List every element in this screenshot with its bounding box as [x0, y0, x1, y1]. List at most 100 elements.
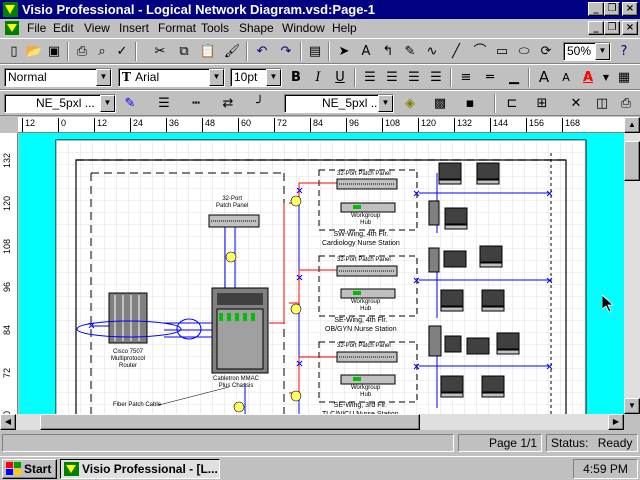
- align-bottom-icon[interactable]: ▁: [504, 68, 524, 87]
- line-tool-icon[interactable]: ╱: [446, 42, 466, 61]
- vertical-scrollbar[interactable]: ▲ ▼: [624, 117, 640, 414]
- ellipse-tool-icon[interactable]: ⬭: [514, 42, 534, 61]
- close-button[interactable]: ×: [622, 2, 638, 16]
- help-icon[interactable]: ?: [614, 42, 634, 61]
- align-middle-icon[interactable]: ═: [480, 68, 500, 87]
- print-preview-icon[interactable]: ⌕: [92, 42, 112, 61]
- fill-color-icon[interactable]: ◈: [400, 94, 420, 113]
- menu-shape[interactable]: Shape: [239, 21, 274, 35]
- ruler-h-tick: 12: [94, 118, 107, 132]
- drawing-canvas[interactable]: 32-Port Patch Panel 32-Port Patch Panel …: [19, 133, 624, 414]
- router-shape: [108, 292, 148, 344]
- line-style-select[interactable]: NE_5pxl ... ▼: [4, 94, 116, 113]
- menu-insert[interactable]: Insert: [119, 21, 149, 35]
- title-bar[interactable]: Visio Professional - Logical Network Dia…: [0, 0, 640, 19]
- justify-icon[interactable]: ☰: [426, 68, 446, 87]
- align-top-icon[interactable]: ≡: [456, 68, 476, 87]
- menu-format[interactable]: Format: [158, 21, 196, 35]
- scroll-down-arrow-icon[interactable]: ▼: [624, 398, 640, 414]
- chevron-down-icon[interactable]: ▼: [595, 43, 610, 60]
- corner-rounding-icon[interactable]: ╯: [250, 94, 270, 113]
- vertical-ruler[interactable]: 13212010896847260: [0, 133, 18, 414]
- align-shapes-icon[interactable]: ⊏: [502, 94, 522, 113]
- pencil-tool-icon[interactable]: ✎: [400, 42, 420, 61]
- print-icon[interactable]: ⎙: [72, 42, 92, 61]
- font-size-select[interactable]: 10pt ▼: [230, 68, 282, 87]
- maximize-button[interactable]: ❐: [604, 2, 620, 16]
- decrease-font-icon[interactable]: A: [556, 68, 576, 87]
- chevron-down-icon[interactable]: ▼: [596, 68, 616, 87]
- line-pattern-icon[interactable]: ┅: [186, 94, 206, 113]
- chevron-down-icon[interactable]: ▼: [378, 95, 393, 112]
- text-tool-icon[interactable]: A: [356, 42, 376, 61]
- menu-view[interactable]: View: [84, 21, 110, 35]
- stencil-icon[interactable]: ▤: [305, 42, 325, 61]
- chevron-down-icon[interactable]: ▼: [209, 69, 224, 86]
- start-button[interactable]: Start: [2, 459, 57, 479]
- open-folder-icon[interactable]: 📂: [24, 42, 44, 61]
- line-weight-icon[interactable]: ☰: [154, 94, 174, 113]
- chevron-down-icon[interactable]: ▼: [100, 95, 115, 112]
- line-color-icon[interactable]: ✎: [120, 94, 140, 113]
- fill-pattern-icon[interactable]: ▩: [430, 94, 450, 113]
- align-left-icon[interactable]: ☰: [360, 68, 380, 87]
- menu-file[interactable]: File: [27, 21, 46, 35]
- menu-edit[interactable]: Edit: [53, 21, 74, 35]
- horizontal-scrollbar[interactable]: ◀ ▶: [0, 414, 624, 430]
- fill-style-select[interactable]: NE_5pxl ... ▼: [284, 94, 394, 113]
- connector-tool-icon[interactable]: ↰: [378, 42, 398, 61]
- align-center-icon[interactable]: ☰: [382, 68, 402, 87]
- scroll-right-arrow-icon[interactable]: ▶: [608, 414, 624, 430]
- scroll-left-arrow-icon[interactable]: ◀: [0, 414, 16, 430]
- ruler-h-tick: 12: [22, 118, 35, 132]
- visio-app-icon[interactable]: [3, 2, 18, 17]
- font-select[interactable]: T Arial ▼: [118, 68, 225, 87]
- style-select[interactable]: Normal ▼: [4, 68, 112, 87]
- redo-icon[interactable]: ↷: [276, 42, 296, 61]
- menu-help[interactable]: Help: [332, 21, 357, 35]
- font-color-icon[interactable]: A: [578, 68, 598, 87]
- spelling-icon[interactable]: ✓: [112, 42, 132, 61]
- vertical-scroll-thumb[interactable]: [624, 141, 640, 181]
- italic-button[interactable]: I: [308, 68, 328, 87]
- align-right-icon[interactable]: ☰: [404, 68, 424, 87]
- chevron-down-icon[interactable]: ▼: [266, 69, 281, 86]
- arc-tool-icon[interactable]: ⌒: [470, 42, 490, 61]
- menu-tools[interactable]: Tools: [201, 21, 229, 35]
- connect-shapes-icon[interactable]: ✕: [566, 94, 586, 113]
- scroll-up-arrow-icon[interactable]: ▲: [624, 117, 640, 133]
- doc-restore-button[interactable]: ❐: [604, 21, 620, 35]
- minimize-button[interactable]: _: [588, 2, 604, 16]
- horizontal-ruler[interactable]: 12 0 12 24 36 48 60 72 84 96 108 120 132 144 156 168: [18, 117, 624, 133]
- underline-button[interactable]: U: [330, 68, 350, 87]
- format-painter-icon[interactable]: 🖌: [222, 42, 242, 61]
- rotate-tool-icon[interactable]: ⟳: [536, 42, 556, 61]
- layer-icon[interactable]: ◫: [592, 94, 612, 113]
- undo-icon[interactable]: ↶: [252, 42, 272, 61]
- taskbar-visio-button[interactable]: Visio Professional - [L...: [60, 459, 220, 479]
- copy-icon[interactable]: ⧉: [174, 42, 194, 61]
- rectangle-tool-icon[interactable]: ▭: [492, 42, 512, 61]
- save-icon[interactable]: ▣: [44, 42, 64, 61]
- chevron-down-icon[interactable]: ▼: [96, 69, 111, 86]
- group-icon[interactable]: ⊞: [532, 94, 552, 113]
- shadow-icon[interactable]: ▪: [460, 94, 480, 113]
- doc-minimize-button[interactable]: _: [588, 21, 604, 35]
- properties-icon[interactable]: ▦: [614, 68, 634, 87]
- system-clock[interactable]: 4:59 PM: [573, 459, 638, 479]
- paste-icon[interactable]: 📋: [198, 42, 218, 61]
- bold-button[interactable]: B: [286, 68, 306, 87]
- zoom-select[interactable]: 50% ▼: [563, 42, 611, 61]
- cut-icon[interactable]: ✂: [150, 42, 170, 61]
- increase-font-icon[interactable]: A: [534, 68, 554, 87]
- line-ends-icon[interactable]: ⇄: [218, 94, 238, 113]
- document-icon[interactable]: [5, 21, 19, 35]
- new-icon[interactable]: ▯: [4, 42, 24, 61]
- horizontal-scroll-thumb[interactable]: [40, 414, 420, 430]
- print-setup-icon[interactable]: ⎙: [616, 94, 636, 113]
- pointer-tool-icon[interactable]: ➤: [334, 42, 354, 61]
- menu-window[interactable]: Window: [282, 21, 325, 35]
- freeform-tool-icon[interactable]: ∿: [422, 42, 442, 61]
- doc-close-button[interactable]: ×: [622, 21, 638, 35]
- network-diagram[interactable]: [19, 133, 624, 414]
